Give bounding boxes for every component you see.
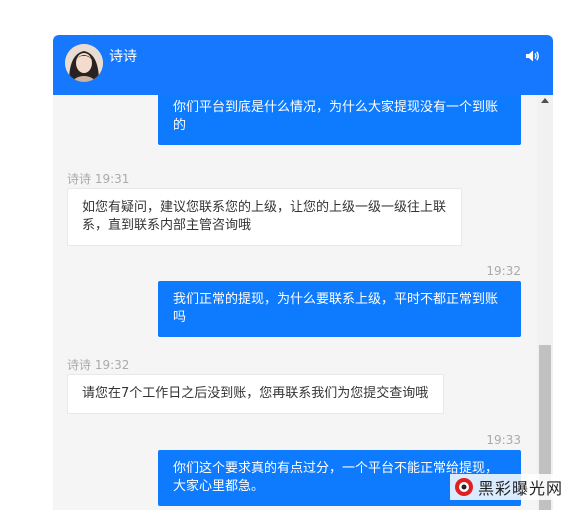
message-outgoing: 我们正常的提现，为什么要联系上级，平时不都正常到账吗 [158,281,521,337]
chat-window: 诗诗 你们平台到底是什么情况，为什么大家提现没有一个到账的 诗诗 19:31 如… [53,35,553,510]
message-list[interactable]: 你们平台到底是什么情况，为什么大家提现没有一个到账的 诗诗 19:31 如您有疑… [53,95,537,510]
watermark-text: 黑彩曝光网 [478,479,564,498]
message-outgoing: 你们平台到底是什么情况，为什么大家提现没有一个到账的 [158,95,521,145]
avatar[interactable] [65,44,103,82]
watermark-logo-icon [455,478,473,496]
chat-header: 诗诗 [53,35,553,95]
speaker-icon[interactable] [524,48,540,64]
message-time: 19:32 [486,264,521,278]
contact-name: 诗诗 [109,49,137,65]
message-time: 19:33 [486,433,521,447]
message-meta: 诗诗 19:32 [67,358,130,372]
message-incoming: 请您在7个工作日之后没到账，您再联系我们为您提交查询哦 [67,374,444,414]
scrollbar[interactable] [537,95,553,510]
scroll-up-arrow-icon[interactable] [541,98,549,103]
message-incoming: 如您有疑问，建议您联系您的上级，让您的上级一级一级往上联系，直到联系内部主管咨询… [67,188,462,246]
watermark: 黑彩曝光网 [450,474,568,500]
message-meta: 诗诗 19:31 [67,172,130,186]
